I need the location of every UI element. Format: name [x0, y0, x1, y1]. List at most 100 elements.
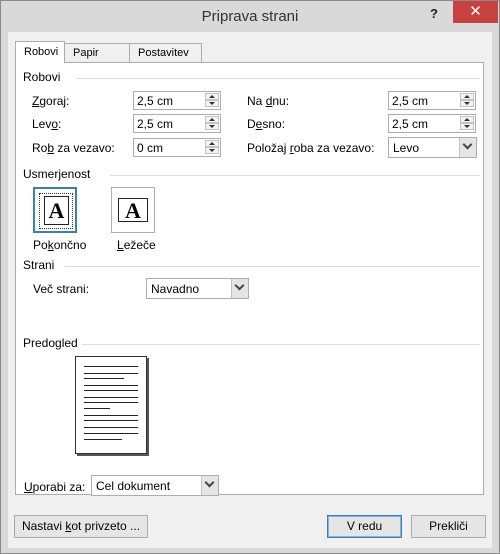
set-default-label-pre: Nastavi — [21, 519, 66, 533]
preview-text-line — [84, 373, 138, 374]
top-margin-label: Zgoraj: — [32, 94, 69, 108]
preview-text-line — [84, 402, 138, 403]
gutter-up-button[interactable] — [205, 140, 219, 147]
right-margin-spinner[interactable]: 2,5 cm — [388, 114, 476, 133]
preview-text-line — [84, 433, 138, 434]
chevron-down-icon — [462, 139, 473, 150]
preview-text-line — [84, 439, 122, 440]
right-margin-up-button[interactable] — [460, 116, 474, 123]
portrait-button[interactable]: A — [33, 187, 77, 233]
orientation-section-title: Usmerjenost — [23, 167, 91, 181]
top-margin-label-post: goraj: — [39, 94, 70, 108]
pages-section-title: Strani — [23, 258, 55, 272]
up-arrow-icon — [464, 95, 470, 98]
down-arrow-icon — [209, 149, 215, 152]
gutter-position-label-pre: Položaj — [247, 141, 290, 155]
set-default-label-post: ot privzeto ... — [71, 519, 141, 533]
up-arrow-icon — [209, 95, 215, 98]
gutter-spinner[interactable]: 0 cm — [133, 138, 221, 157]
apply-to-dropdown-button[interactable] — [201, 476, 218, 495]
chevron-down-icon — [204, 477, 215, 488]
orientation-divider — [110, 175, 480, 176]
multiple-pages-dropdown-button[interactable] — [231, 279, 248, 298]
preview-text-line — [84, 415, 138, 416]
left-margin-label-pre: Lev — [32, 117, 52, 131]
tab-paper[interactable]: Papir — [64, 43, 130, 62]
gutter-position-label-post: oba za vezavo: — [293, 141, 375, 155]
bottom-margin-value: 2,5 cm — [392, 94, 429, 108]
left-margin-down-button[interactable] — [205, 123, 219, 130]
multiple-pages-select[interactable]: Navadno — [146, 278, 249, 299]
tab-margins-label: Robovi — [24, 46, 59, 58]
preview-text-line — [84, 408, 110, 409]
tab-margins[interactable]: Robovi — [15, 41, 65, 63]
close-button[interactable]: ✕ — [453, 1, 498, 23]
preview-text-line — [84, 385, 138, 386]
gutter-position-label: Položaj roba za vezavo: — [247, 141, 374, 155]
bottom-margin-up-button[interactable] — [460, 93, 474, 100]
left-margin-label-post: : — [58, 117, 62, 131]
down-arrow-icon — [209, 102, 215, 105]
top-margin-up-button[interactable] — [205, 93, 219, 100]
top-margin-down-button[interactable] — [205, 100, 219, 107]
set-as-default-button[interactable]: Nastavi kot privzeto ... — [14, 515, 148, 538]
tab-paper-label: Papir — [73, 47, 99, 59]
gutter-arrows — [205, 140, 219, 155]
landscape-label[interactable]: Ležeče — [117, 238, 156, 252]
margins-divider — [76, 78, 480, 79]
left-margin-spinner[interactable]: 2,5 cm — [133, 114, 221, 133]
chevron-down-icon — [234, 280, 245, 291]
right-margin-down-button[interactable] — [460, 123, 474, 130]
preview-text-line — [84, 420, 138, 421]
down-arrow-icon — [464, 125, 470, 128]
landscape-page-icon: A — [118, 198, 148, 222]
preview-text-line — [84, 397, 138, 398]
gutter-position-select[interactable]: Levo — [388, 137, 477, 158]
portrait-label[interactable]: Pokončno — [33, 238, 86, 252]
gutter-down-button[interactable] — [205, 147, 219, 154]
up-arrow-icon — [209, 142, 215, 145]
gutter-label: Rob za vezavo: — [32, 141, 115, 155]
landscape-label-key: L — [117, 238, 124, 252]
gutter-label-pre: Ro — [32, 141, 48, 155]
pages-divider — [65, 266, 480, 267]
preview-text-line — [84, 427, 138, 428]
down-arrow-icon — [209, 125, 215, 128]
ok-button[interactable]: V redu — [327, 515, 402, 538]
right-margin-label: Desno: — [247, 117, 285, 131]
gutter-position-value: Levo — [393, 141, 420, 155]
bottom-margin-label-post: nu: — [272, 94, 290, 108]
tab-layout-label: Postavitev — [138, 47, 189, 59]
portrait-page-icon: A — [44, 196, 69, 225]
apply-to-select[interactable]: Cel dokument — [91, 475, 219, 496]
right-margin-label-post: sno: — [262, 117, 286, 131]
apply-to-label-key: U — [24, 480, 33, 494]
bottom-margin-down-button[interactable] — [460, 100, 474, 107]
apply-to-label: Uporabi za: — [24, 480, 85, 494]
preview-page-thumbnail — [75, 356, 147, 454]
page-setup-dialog: Priprava strani ? ✕ Robovi Papir Postavi… — [0, 0, 500, 554]
gutter-position-dropdown-button[interactable] — [459, 138, 476, 157]
dialog-client: Robovi Papir Postavitev Robovi Zgoraj: 2… — [8, 32, 492, 548]
margins-panel: Robovi Zgoraj: 2,5 cm Na dnu: 2,5 cm Lev… — [15, 62, 484, 495]
right-margin-arrows — [460, 116, 474, 131]
help-button[interactable]: ? — [421, 3, 447, 27]
gutter-label-post: za vezavo: — [54, 141, 115, 155]
multiple-pages-label: Več strani: — [33, 282, 90, 296]
tab-layout[interactable]: Postavitev — [129, 43, 202, 62]
bottom-margin-spinner[interactable]: 2,5 cm — [388, 91, 476, 110]
up-arrow-icon — [464, 118, 470, 121]
top-margin-spinner[interactable]: 2,5 cm — [133, 91, 221, 110]
left-margin-up-button[interactable] — [205, 116, 219, 123]
left-margin-value: 2,5 cm — [137, 117, 174, 131]
bottom-margin-arrows — [460, 93, 474, 108]
bottom-margin-label: Na dnu: — [247, 94, 289, 108]
landscape-button[interactable]: A — [111, 187, 155, 233]
apply-to-label-post: porabi za: — [32, 480, 86, 494]
top-margin-value: 2,5 cm — [137, 94, 174, 108]
cancel-button[interactable]: Prekliči — [411, 515, 486, 538]
left-margin-arrows — [205, 116, 219, 131]
preview-text-line — [84, 366, 138, 367]
landscape-label-post: ežeče — [123, 238, 156, 252]
left-margin-label: Levo: — [32, 117, 61, 131]
